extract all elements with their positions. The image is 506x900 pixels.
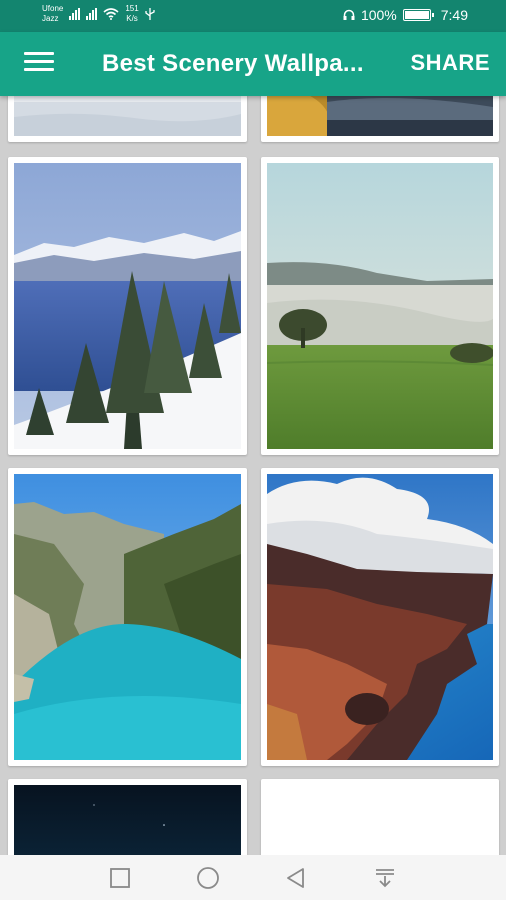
carrier-2: Jazz [42,14,59,23]
net-speed: 151 K/s [125,4,138,24]
battery-icon [402,9,434,21]
wallpaper-image-misty-meadow [267,163,493,449]
clock: 7:49 [440,7,468,23]
wallpaper-card[interactable] [8,96,247,142]
battery-percent: 100% [360,7,397,23]
wallpaper-image-placeholder [267,785,493,855]
menu-icon[interactable] [24,52,54,76]
wallpaper-image-snowy-lake [14,163,241,449]
net-speed-unit: K/s [126,14,138,23]
wallpaper-image-snow [14,96,241,136]
status-bar: Ufone Jazz 151 K/s 100% 7:49 [0,0,506,32]
app-title: Best Scenery Wallpa... [102,50,364,77]
notification-pull-icon[interactable] [372,865,398,891]
wifi-icon [103,8,119,20]
headphones-icon [343,9,355,20]
wallpaper-card-empty[interactable] [261,779,499,855]
wallpaper-card[interactable] [8,468,247,766]
carrier-1: Ufone [42,4,64,13]
wallpaper-card[interactable] [261,96,499,142]
system-nav-bar [0,855,506,900]
wallpaper-image-autumn [267,96,493,136]
wallpaper-grid[interactable] [0,96,506,855]
wallpaper-image-night-sky [14,785,241,855]
signal-icon-2 [86,8,98,20]
wallpaper-image-turquoise-canyon [14,474,241,760]
status-right: 100% 7:49 [343,7,468,23]
status-left: Ufone Jazz 151 K/s [42,4,155,24]
net-speed-value: 151 [125,4,139,13]
usb-icon [145,8,155,20]
wallpaper-image-coastal-cliffs [267,474,493,760]
wallpaper-card[interactable] [261,157,499,455]
back-triangle-icon[interactable] [283,865,309,891]
wallpaper-card[interactable] [8,157,247,455]
wallpaper-card[interactable] [8,779,247,855]
app-bar: Best Scenery Wallpa... SHARE [0,32,506,96]
signal-icon [69,8,81,20]
share-button[interactable]: SHARE [410,50,490,76]
recents-square-icon[interactable] [107,865,133,891]
home-circle-icon[interactable] [195,865,221,891]
wallpaper-card[interactable] [261,468,499,766]
carrier-label: Ufone Jazz [42,4,63,24]
